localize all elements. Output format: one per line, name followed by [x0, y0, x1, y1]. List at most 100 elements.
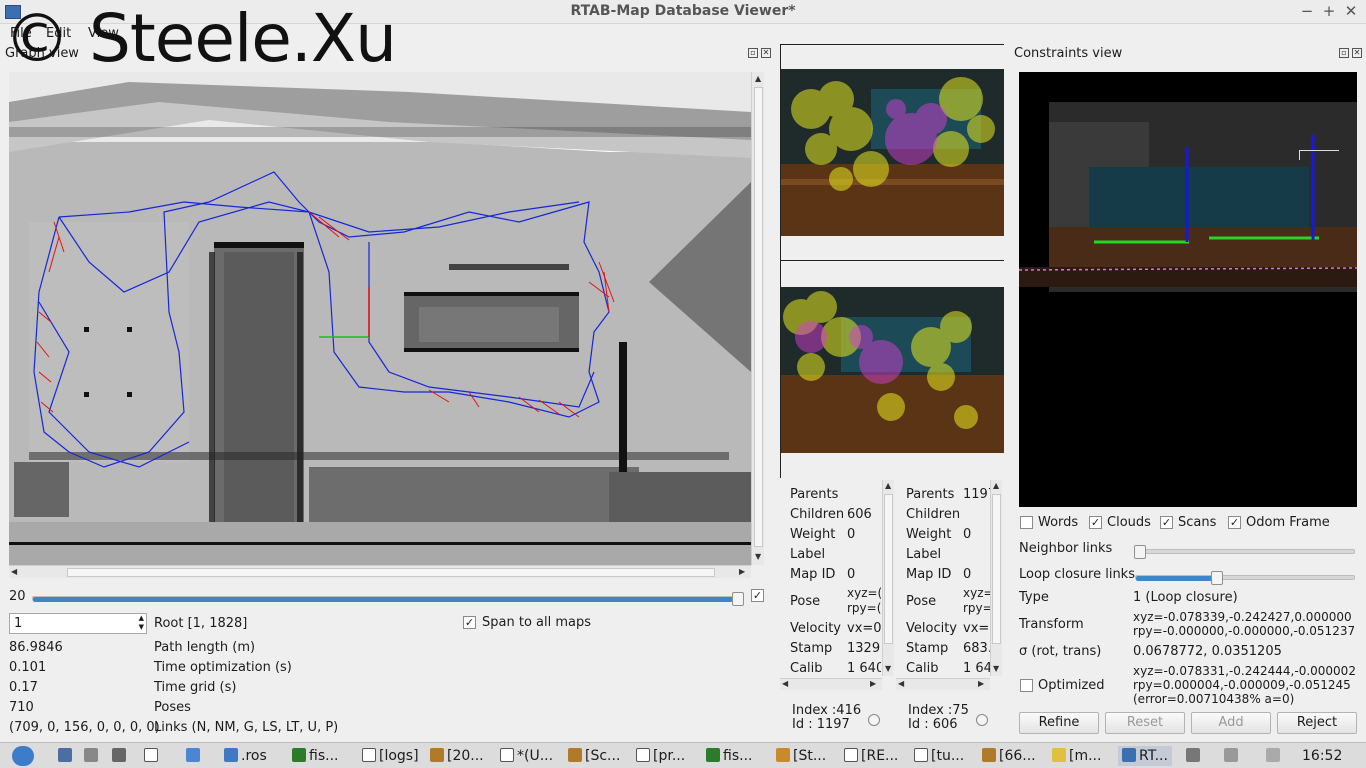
children-value: 606: [847, 507, 872, 522]
start-menu-icon[interactable]: [12, 746, 34, 766]
task-re[interactable]: [RE...: [844, 746, 898, 766]
graph-slider-value: 20: [9, 589, 26, 604]
file-manager-icon[interactable]: [84, 746, 101, 766]
clipboard-icon[interactable]: [1186, 746, 1203, 766]
neighbor-links-label: Neighbor links: [1019, 541, 1113, 556]
root-spinbox[interactable]: 1 ▲ ▼: [9, 613, 147, 634]
optimized-checkbox[interactable]: [1020, 679, 1033, 692]
reject-button[interactable]: Reject: [1277, 712, 1357, 734]
sigma-value: 0.0678772, 0.0351205: [1133, 644, 1282, 659]
volume-icon[interactable]: [1266, 746, 1283, 766]
label-label: Label: [906, 547, 942, 562]
scans-checkbox[interactable]: ✓: [1160, 516, 1173, 529]
stamp-label: Stamp: [906, 641, 949, 656]
task-st[interactable]: [St...: [776, 746, 826, 766]
parents-label: Parents: [790, 487, 839, 502]
right-id: Id : 606: [908, 717, 958, 732]
image-view-b[interactable]: [781, 287, 1004, 453]
time-grid-label: Time grid (s): [154, 680, 237, 695]
task-image-66[interactable]: [66...: [982, 746, 1036, 766]
weight-label: Weight: [790, 527, 836, 542]
map-id-value: 0: [963, 567, 972, 582]
left-index: Index :416: [792, 703, 862, 718]
spin-up-icon[interactable]: ▲: [139, 614, 144, 622]
span-all-maps-label: Span to all maps: [482, 615, 592, 630]
scans-label: Scans: [1178, 515, 1217, 530]
optimized-rpy: rpy=0.000004,-0.000009,-0.051245: [1133, 678, 1351, 692]
task-editor-pr[interactable]: [pr...: [636, 746, 685, 766]
refine-button[interactable]: Refine: [1019, 712, 1099, 734]
words-checkbox[interactable]: [1020, 516, 1033, 529]
task-terminal-fis-2[interactable]: fis...: [706, 746, 752, 766]
task-tu[interactable]: [tu...: [914, 746, 964, 766]
close-button[interactable]: ✕: [1342, 2, 1360, 20]
close-icon[interactable]: ✕: [761, 48, 771, 58]
right-id-dial[interactable]: [976, 714, 988, 726]
neighbor-links-handle[interactable]: [1134, 545, 1146, 559]
poses-value: 710: [9, 700, 34, 715]
poses-label: Poses: [154, 700, 191, 715]
right-index: Index :75: [908, 703, 969, 718]
graph-horizontal-scrollbar[interactable]: ◀ ▶: [9, 565, 751, 578]
show-desktop-icon[interactable]: [58, 746, 75, 766]
task-terminal-fis-1[interactable]: fis...: [292, 746, 338, 766]
terminal-launcher-icon[interactable]: [112, 746, 129, 766]
camera-image-b: [781, 287, 1004, 453]
pose-label: Pose: [790, 594, 821, 609]
parents-label: Parents: [906, 487, 955, 502]
loop-closure-links-handle[interactable]: [1211, 571, 1223, 585]
task-rtabmap-active[interactable]: RT...: [1118, 746, 1172, 766]
clock: 16:52: [1302, 748, 1343, 764]
graph-map-canvas[interactable]: [9, 72, 751, 565]
float-icon[interactable]: ▫: [1339, 48, 1349, 58]
clouds-checkbox[interactable]: ✓: [1089, 516, 1102, 529]
maximize-button[interactable]: +: [1320, 2, 1338, 20]
left-id: Id : 1197: [792, 717, 850, 732]
window-list-icon[interactable]: [186, 746, 203, 766]
stamp-value: 683.: [963, 641, 990, 656]
path-length-label: Path length (m): [154, 640, 256, 655]
node-right-hscroll[interactable]: ◀ ▶: [896, 678, 990, 690]
graph-vertical-scrollbar[interactable]: ▲ ▼: [751, 72, 764, 565]
task-image-20[interactable]: [20...: [430, 746, 484, 766]
time-optimization-label: Time optimization (s): [154, 660, 292, 675]
optimized-error: (error=0.00710438% a=0): [1133, 692, 1295, 706]
stamp-value: 1329.: [847, 641, 881, 656]
task-logs[interactable]: [logs]: [362, 746, 419, 766]
transform-rpy: rpy=-0.000000,-0.000000,-0.051237: [1133, 624, 1356, 638]
type-value: 1 (Loop closure): [1133, 590, 1238, 605]
task-m[interactable]: [m...: [1052, 746, 1101, 766]
reset-button[interactable]: Reset: [1105, 712, 1185, 734]
graph-slider-checkbox[interactable]: ✓: [751, 589, 764, 602]
task-editor-u[interactable]: *(U...: [500, 746, 553, 766]
stamp-label: Stamp: [790, 641, 833, 656]
constraints-3d-view[interactable]: [1019, 72, 1357, 507]
node-left-hscroll[interactable]: ◀ ▶: [780, 678, 882, 690]
odom-frame-checkbox[interactable]: ✓: [1228, 516, 1241, 529]
spin-down-icon[interactable]: ▼: [139, 623, 144, 631]
loop-closure-slider-fill: [1136, 576, 1216, 581]
graph-slider-handle[interactable]: [732, 592, 744, 606]
add-button[interactable]: Add: [1191, 712, 1271, 734]
network-icon[interactable]: [1224, 746, 1241, 766]
span-all-maps-checkbox[interactable]: ✓: [463, 616, 476, 629]
task-ros[interactable]: .ros: [224, 746, 267, 766]
weight-value: 0: [847, 527, 856, 542]
float-icon[interactable]: ▫: [748, 48, 758, 58]
words-label: Words: [1038, 515, 1079, 530]
task-image-sc[interactable]: [Sc...: [568, 746, 620, 766]
close-icon[interactable]: ✕: [1352, 48, 1362, 58]
image-view-a[interactable]: [781, 69, 1004, 236]
type-label: Type: [1019, 590, 1049, 605]
velocity-value: vx=(: [963, 621, 990, 636]
transform-xyz: xyz=-0.078339,-0.242427,0.000000: [1133, 610, 1352, 624]
velocity-value: vx=0: [847, 621, 881, 636]
node-right-vscroll[interactable]: ▲ ▼: [990, 480, 1002, 676]
image-panel-border-top: [780, 44, 1004, 45]
neighbor-links-slider[interactable]: [1135, 549, 1355, 554]
minimize-button[interactable]: −: [1298, 2, 1316, 20]
text-editor-icon[interactable]: [144, 746, 161, 766]
children-label: Children: [790, 507, 845, 522]
node-left-vscroll[interactable]: ▲ ▼: [882, 480, 894, 676]
left-id-dial[interactable]: [868, 714, 880, 726]
